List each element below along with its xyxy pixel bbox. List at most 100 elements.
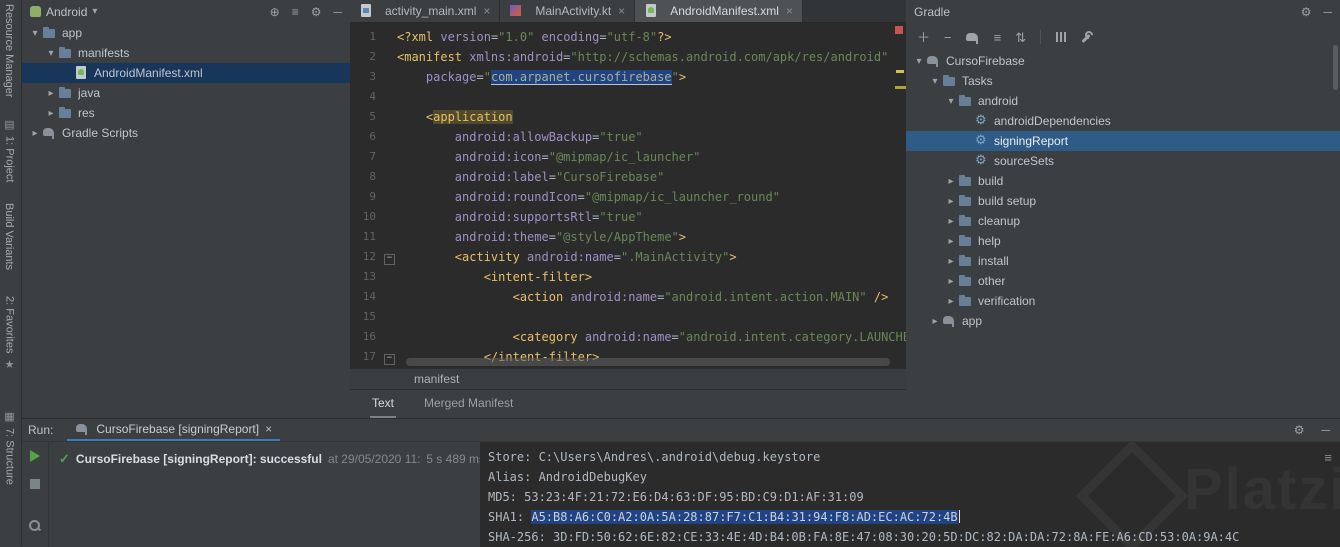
- toolwindow-button-2-favorites[interactable]: 2: Favorites ★: [3, 296, 16, 371]
- code-line[interactable]: 8 android:label="CursoFirebase": [350, 167, 906, 187]
- rerun-icon[interactable]: [30, 450, 40, 462]
- horizontal-scrollbar[interactable]: [406, 358, 890, 366]
- tree-item-androiddependencies[interactable]: androidDependencies: [906, 111, 1340, 131]
- tree-item-androidmanifest-xml[interactable]: AndroidManifest.xml: [22, 63, 350, 83]
- tree-item-build[interactable]: ▸ build: [906, 171, 1340, 191]
- tree-item-res[interactable]: ▸ res: [22, 103, 350, 123]
- chevron-down-icon[interactable]: ▾: [28, 28, 42, 39]
- chevron-down-icon[interactable]: ▾: [44, 48, 58, 59]
- editor-tab-mainactivity-kt[interactable]: MainActivity.kt ×: [500, 0, 636, 22]
- editor-tab-androidmanifest-xml[interactable]: AndroidManifest.xml ×: [635, 0, 803, 22]
- code-line[interactable]: 13 <intent-filter>: [350, 267, 906, 287]
- tree-item-gradle-scripts[interactable]: ▸ Gradle Scripts: [22, 123, 350, 143]
- chevron-right-icon[interactable]: ▸: [944, 296, 958, 307]
- chevron-down-icon[interactable]: ▾: [912, 56, 926, 67]
- run-console[interactable]: Store: C:\Users\Andres\.android\debug.ke…: [480, 442, 1340, 547]
- console-line[interactable]: Store: C:\Users\Andres\.android\debug.ke…: [488, 447, 1340, 467]
- tree-item-cleanup[interactable]: ▸ cleanup: [906, 211, 1340, 231]
- error-stripe-mark[interactable]: [895, 26, 903, 34]
- code-line[interactable]: 7 android:icon="@mipmap/ic_launcher": [350, 147, 906, 167]
- tree-item-app[interactable]: ▸ app: [906, 311, 1340, 331]
- close-icon[interactable]: ×: [483, 4, 490, 18]
- hide-toolwindow-icon[interactable]: ─: [1321, 424, 1330, 436]
- fold-marker[interactable]: −: [382, 247, 397, 267]
- code-line[interactable]: 1 <?xml version="1.0" encoding="utf-8"?>: [350, 27, 906, 47]
- hide-toolwindow-icon[interactable]: ─: [333, 6, 342, 18]
- chevron-right-icon[interactable]: ▸: [944, 276, 958, 287]
- code-line[interactable]: 5 <application: [350, 107, 906, 127]
- code-line[interactable]: 2 <manifest xmlns:android="http://schemas…: [350, 47, 906, 67]
- code-line[interactable]: 6 android:allowBackup="true": [350, 127, 906, 147]
- soft-wrap-icon[interactable]: ≡: [1324, 450, 1332, 465]
- code-line[interactable]: 14 <action android:name="android.intent.…: [350, 287, 906, 307]
- chevron-right-icon[interactable]: ▸: [944, 196, 958, 207]
- expand-collapse-icon[interactable]: ⇅: [1015, 31, 1026, 44]
- gear-icon[interactable]: ⚙: [1301, 6, 1312, 18]
- chevron-right-icon[interactable]: ▸: [44, 108, 58, 119]
- editor-mode-tab-text[interactable]: Text: [370, 390, 397, 418]
- chevron-down-icon[interactable]: ▾: [944, 96, 958, 107]
- chevron-right-icon[interactable]: ▸: [944, 176, 958, 187]
- gradle-settings-wrench-icon[interactable]: [1081, 31, 1094, 44]
- code-line[interactable]: 11 android:theme="@style/AppTheme">: [350, 227, 906, 247]
- locate-file-icon[interactable]: ⊕: [270, 6, 280, 18]
- project-view-selector[interactable]: Android: [46, 5, 87, 19]
- code-line[interactable]: 10 android:supportsRtl="true": [350, 207, 906, 227]
- close-icon[interactable]: ×: [786, 4, 793, 18]
- tree-item-cursofirebase[interactable]: ▾ CursoFirebase: [906, 51, 1340, 71]
- collapse-all-icon[interactable]: ≡: [292, 6, 299, 18]
- warning-stripe-mark[interactable]: [896, 70, 904, 73]
- search-icon[interactable]: [29, 520, 41, 532]
- code-line[interactable]: 9 android:roundIcon="@mipmap/ic_launcher…: [350, 187, 906, 207]
- refresh-plus-icon[interactable]: ＋: [917, 31, 930, 44]
- tree-item-signingreport[interactable]: signingReport: [906, 131, 1340, 151]
- console-line[interactable]: Alias: AndroidDebugKey: [488, 467, 1340, 487]
- editor-mode-tab-merged-manifest[interactable]: Merged Manifest: [422, 390, 515, 418]
- stop-icon[interactable]: [30, 479, 40, 489]
- collapse-all-icon[interactable]: ≡: [994, 31, 1002, 44]
- gear-icon[interactable]: ⚙: [311, 6, 322, 18]
- toolwindow-button-7-structure[interactable]: ▦ 7: Structure: [3, 410, 16, 485]
- detach-minus-icon[interactable]: −: [944, 31, 952, 44]
- code-editor[interactable]: 1 <?xml version="1.0" encoding="utf-8"?> 2…: [350, 22, 906, 368]
- console-line[interactable]: SHA-256: 3D:FD:50:62:6E:82:CE:33:4E:4D:B…: [488, 527, 1340, 547]
- tree-item-help[interactable]: ▸ help: [906, 231, 1340, 251]
- code-line[interactable]: 4: [350, 87, 906, 107]
- close-icon[interactable]: ×: [265, 422, 272, 436]
- offline-mode-icon[interactable]: [1055, 31, 1067, 43]
- code-line[interactable]: 16 <category android:name="android.inten…: [350, 327, 906, 347]
- breadcrumb[interactable]: manifest: [414, 372, 459, 386]
- toolwindow-button-build-variants[interactable]: Build Variants: [3, 203, 15, 270]
- tree-item-java[interactable]: ▸ java: [22, 83, 350, 103]
- tree-item-manifests[interactable]: ▾ manifests: [22, 43, 350, 63]
- chevron-right-icon[interactable]: ▸: [944, 256, 958, 267]
- code-line[interactable]: 12− <activity android:name=".MainActivit…: [350, 247, 906, 267]
- chevron-right-icon[interactable]: ▸: [944, 236, 958, 247]
- code-line[interactable]: 15: [350, 307, 906, 327]
- toolwindow-button-resource-manager[interactable]: Resource Manager: [3, 4, 15, 98]
- vertical-scrollbar[interactable]: [1333, 45, 1338, 90]
- toolwindow-button-1-project[interactable]: ▤ 1: Project: [3, 118, 16, 182]
- warning-stripe-mark[interactable]: [895, 86, 906, 89]
- tree-item-build-setup[interactable]: ▸ build setup: [906, 191, 1340, 211]
- chevron-down-icon[interactable]: ▾: [928, 76, 942, 87]
- run-tab[interactable]: CursoFirebase [signingReport] ×: [67, 419, 281, 441]
- chevron-right-icon[interactable]: ▸: [44, 88, 58, 99]
- tree-item-other[interactable]: ▸ other: [906, 271, 1340, 291]
- chevron-right-icon[interactable]: ▸: [28, 128, 42, 139]
- gear-icon[interactable]: ⚙: [1294, 424, 1305, 436]
- console-line[interactable]: SHA1: A5:B8:A6:C0:A2:0A:5A:28:87:F7:C1:B…: [488, 507, 1340, 527]
- run-status-line[interactable]: ✓ CursoFirebase [signingReport]: success…: [59, 451, 489, 467]
- chevron-right-icon[interactable]: ▸: [928, 316, 942, 327]
- hide-toolwindow-icon[interactable]: ─: [1323, 6, 1332, 18]
- fold-icon[interactable]: −: [384, 254, 395, 265]
- chevron-right-icon[interactable]: ▸: [944, 216, 958, 227]
- execute-gradle-task-icon[interactable]: [965, 31, 980, 44]
- chevron-down-icon[interactable]: ▾: [92, 6, 97, 17]
- tree-item-sourcesets[interactable]: sourceSets: [906, 151, 1340, 171]
- tree-item-verification[interactable]: ▸ verification: [906, 291, 1340, 311]
- console-line[interactable]: MD5: 53:23:4F:21:72:E6:D4:63:DF:95:BD:C9…: [488, 487, 1340, 507]
- fold-icon[interactable]: −: [384, 354, 395, 365]
- code-line[interactable]: 3 package="com.arpanet.cursofirebase">: [350, 67, 906, 87]
- editor-tab-activity-main-xml[interactable]: activity_main.xml ×: [350, 0, 501, 22]
